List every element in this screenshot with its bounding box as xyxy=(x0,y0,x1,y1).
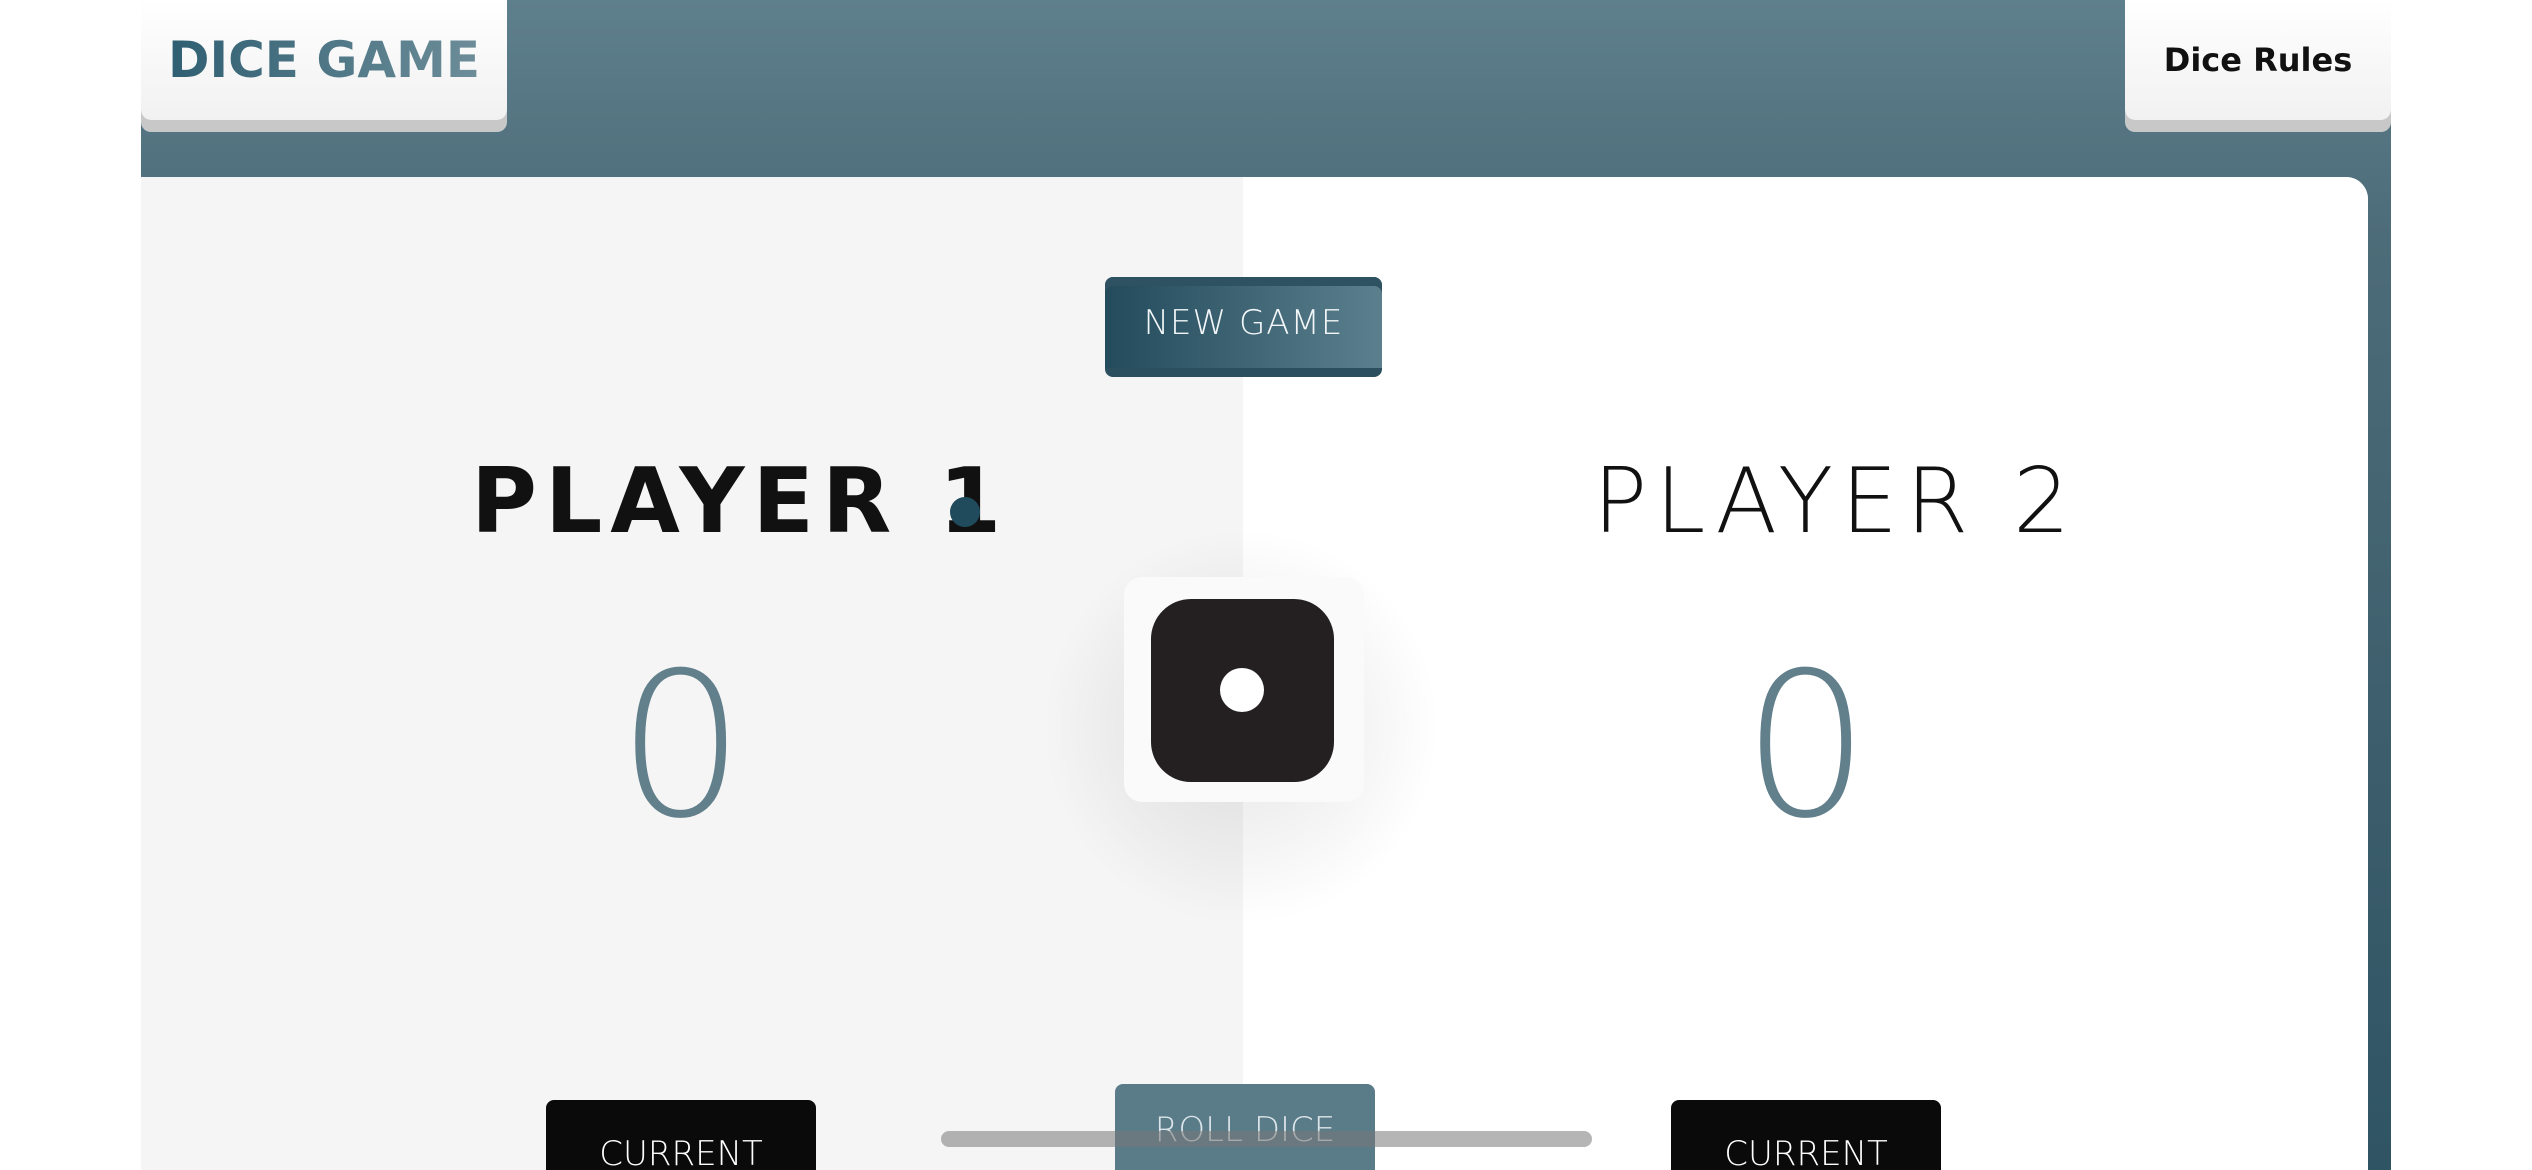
home-indicator[interactable] xyxy=(941,1131,1592,1147)
game-logo: DICE GAME xyxy=(141,0,507,120)
new-game-button[interactable]: NEW GAME xyxy=(1105,277,1382,377)
player-1-current-box: CURRENT xyxy=(546,1100,816,1170)
dice-rules-label: Dice Rules xyxy=(2163,41,2353,79)
player-2-score: 0 xyxy=(1742,630,1870,863)
roll-dice-button[interactable]: ROLL DICE xyxy=(1115,1084,1375,1170)
player-2-current-box: CURRENT xyxy=(1671,1100,1941,1170)
player-2-current-label: CURRENT xyxy=(1724,1134,1888,1170)
new-game-label: NEW GAME xyxy=(1143,302,1344,343)
player-1-score: 0 xyxy=(617,630,745,863)
player-2-name: PLAYER 2 xyxy=(1593,449,2079,554)
player-1-name: PLAYER 1 xyxy=(471,449,1010,554)
game-screen: DICE GAME Dice Rules PLAYER 1 PLAYER 2 0… xyxy=(0,0,2532,1170)
dice-pip xyxy=(1220,668,1264,712)
game-board: PLAYER 1 PLAYER 2 0 0 NEW GAME CURRENT C… xyxy=(141,177,2368,1170)
game-title: DICE GAME xyxy=(167,31,480,89)
dice-one-icon[interactable] xyxy=(1151,599,1334,782)
active-player-indicator-icon xyxy=(950,497,980,527)
dice-rules-button[interactable]: Dice Rules xyxy=(2125,0,2391,120)
player-1-current-label: CURRENT xyxy=(599,1134,763,1170)
